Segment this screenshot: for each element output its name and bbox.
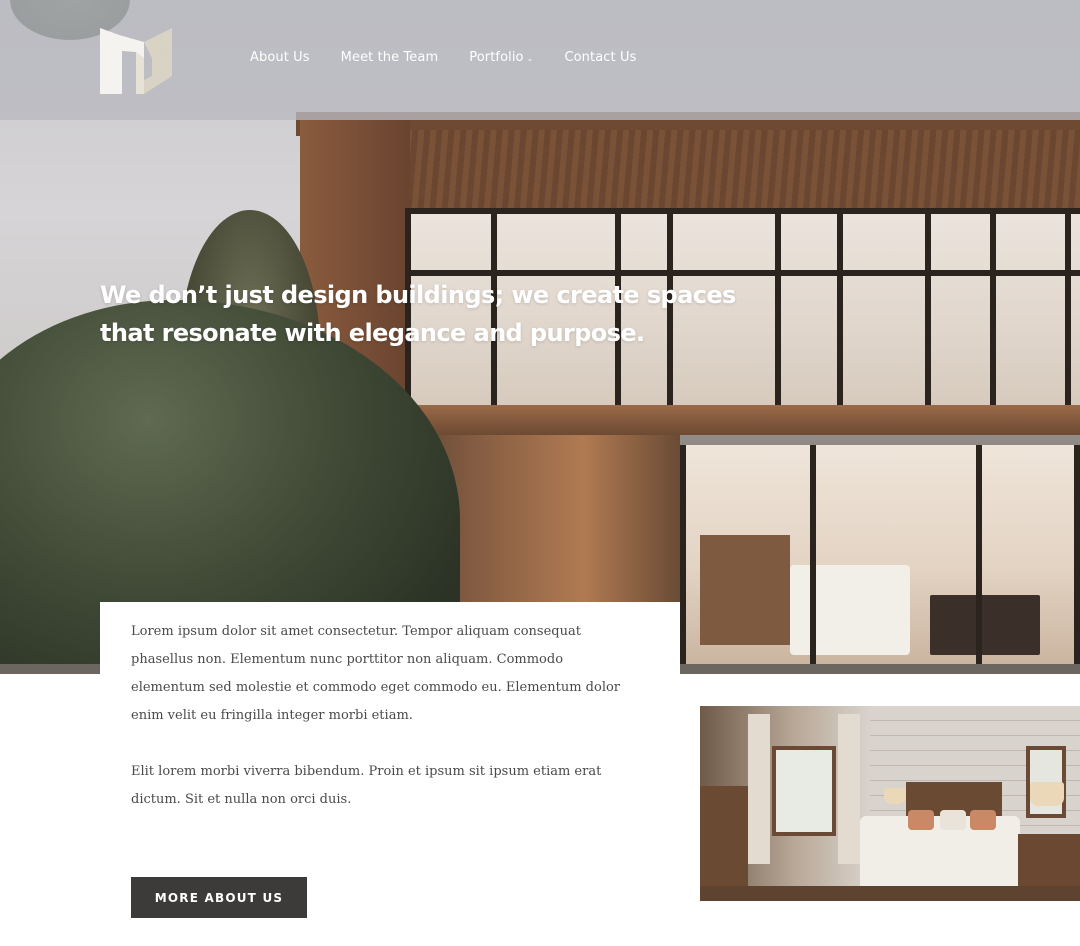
nav-meet-the-team[interactable]: Meet the Team [341,50,439,65]
more-about-us-button[interactable]: MORE ABOUT US [131,877,307,918]
house-lower-windows [680,445,1080,670]
nav-portfolio[interactable]: Portfolio ⌄ [469,50,533,65]
nav-contact-us[interactable]: Contact Us [564,50,636,65]
intro-paragraph-1: Lorem ipsum dolor sit amet consectetur. … [131,624,621,723]
nc-monogram-logo[interactable] [100,28,172,94]
intro-paragraph-2: Elit lorem morbi viverra bibendum. Proin… [131,764,602,807]
main-nav: About Us Meet the Team Portfolio ⌄ Contac… [250,50,636,65]
intro-card: Lorem ipsum dolor sit amet consectetur. … [100,602,680,946]
hero-tagline: We don’t just design buildings; we creat… [100,281,736,347]
house-wood-ceiling [310,130,1080,210]
site-header: About Us Meet the Team Portfolio ⌄ Contac… [0,0,1080,120]
bedroom-image [700,706,1080,901]
chevron-down-icon: ⌄ [526,53,534,63]
nav-about-us[interactable]: About Us [250,50,310,65]
